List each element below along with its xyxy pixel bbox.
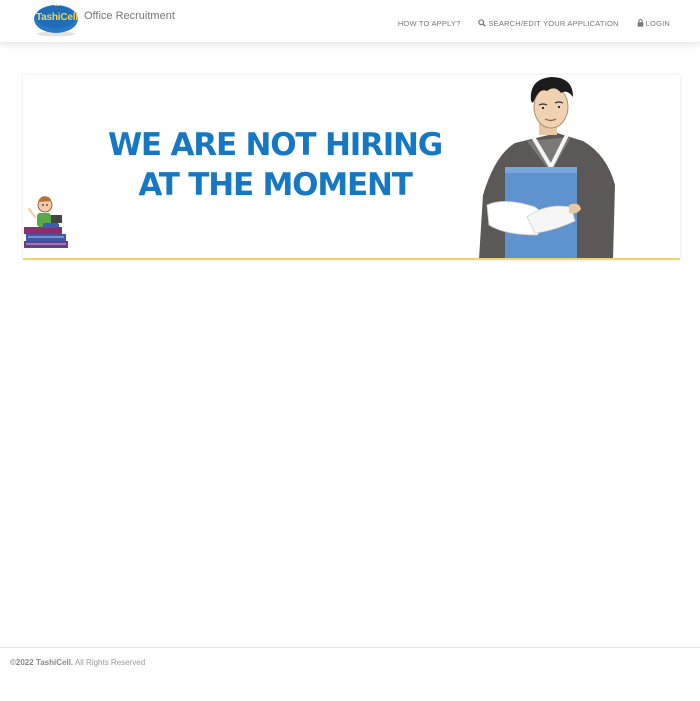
copyright-year: ©2022: [10, 658, 34, 667]
logo-text: TashiCell: [36, 12, 78, 23]
top-navbar: TashiCell Office Recruitment HOW TO APPL…: [0, 0, 700, 43]
nav-how-to-apply-label: HOW TO APPLY?: [397, 18, 461, 28]
copyright-text: ©2022 TashiCell. All Rights Reserved: [10, 658, 145, 667]
lock-icon: [637, 19, 644, 27]
nav-how-to-apply[interactable]: HOW TO APPLY?: [398, 15, 461, 28]
banner-accent-line: [23, 258, 680, 260]
copyright-rights: All Rights Reserved: [73, 658, 146, 667]
man-with-folder-illustration: [475, 75, 619, 260]
headline-line-2: AT THE MOMENT: [138, 167, 413, 203]
copyright-company: TashiCell.: [35, 658, 74, 667]
kid-on-books-illustration: [23, 191, 73, 258]
tashicell-logo: TashiCell: [33, 3, 79, 37]
not-hiring-headline: WE ARE NOT HIRING AT THE MOMENT: [75, 125, 475, 205]
nav-search-label: SEARCH/EDIT YOUR APPLICATION: [488, 18, 619, 28]
page-footer: ©2022 TashiCell. All Rights Reserved: [0, 647, 700, 701]
nav-login-label: LOGIN: [645, 18, 670, 28]
nav-login[interactable]: LOGIN: [637, 15, 670, 28]
nav-search-edit-application[interactable]: SEARCH/EDIT YOUR APPLICATION: [478, 15, 618, 28]
brand-link[interactable]: TashiCell Office Recruitment: [33, 3, 175, 37]
headline-line-1: WE ARE NOT HIRING: [107, 127, 443, 163]
not-hiring-banner: WE ARE NOT HIRING AT THE MOMENT: [23, 75, 680, 260]
nav-menu: HOW TO APPLY? SEARCH/EDIT YOUR APPLICATI…: [398, 0, 670, 42]
site-title: Office Recruitment: [84, 10, 175, 22]
search-icon: [478, 19, 487, 27]
